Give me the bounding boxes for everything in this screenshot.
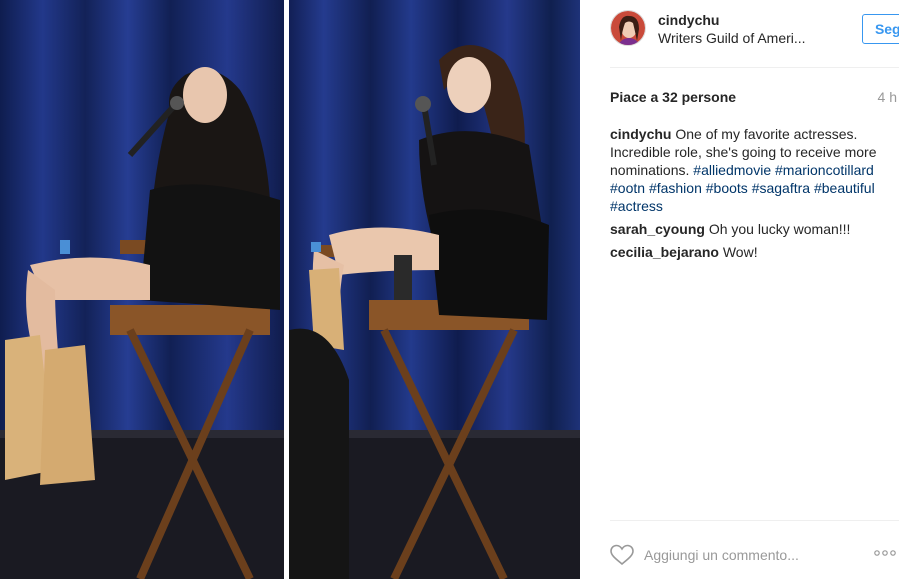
comment-username[interactable]: sarah_cyoung	[610, 221, 705, 237]
comment-username[interactable]: cecilia_bejarano	[610, 244, 719, 260]
hashtag[interactable]: #boots	[706, 180, 748, 196]
avatar[interactable]	[610, 10, 646, 46]
add-comment-bar	[610, 540, 899, 570]
hashtag[interactable]: #beautiful	[814, 180, 875, 196]
post-photo[interactable]	[0, 0, 580, 579]
comments-list: cindychu One of my favorite actresses. I…	[610, 125, 899, 266]
comment-text: Wow!	[722, 244, 758, 260]
hashtag[interactable]: #marioncotillard	[775, 162, 874, 178]
caption: cindychu One of my favorite actresses. I…	[610, 125, 899, 215]
divider	[610, 520, 899, 521]
hashtag[interactable]: #ootn	[610, 180, 645, 196]
more-options-icon[interactable]	[873, 546, 897, 560]
likes-count[interactable]: Piace a 32 persone	[610, 89, 736, 105]
comment-item: sarah_cyoung Oh you lucky woman!!!	[610, 220, 899, 238]
hashtag[interactable]: #sagaftra	[752, 180, 810, 196]
hashtag[interactable]: #actress	[610, 198, 663, 214]
comment-text: Oh you lucky woman!!!	[708, 221, 851, 237]
divider	[610, 67, 899, 68]
heart-outline-icon[interactable]	[610, 544, 634, 566]
post-header: cindychu Writers Guild of Ameri... Segui	[610, 8, 899, 56]
username[interactable]: cindychu	[658, 12, 719, 28]
hashtag[interactable]: #alliedmovie	[693, 162, 771, 178]
comment-input[interactable]	[644, 544, 864, 566]
follow-button[interactable]: Segui	[862, 14, 899, 44]
post-time[interactable]: 4 h	[878, 89, 897, 105]
photo-right	[289, 0, 580, 579]
comment-item: cecilia_bejarano Wow!	[610, 243, 899, 261]
photo-left	[0, 0, 284, 579]
caption-username[interactable]: cindychu	[610, 126, 671, 142]
location-link[interactable]: Writers Guild of Ameri...	[658, 30, 806, 46]
hashtag[interactable]: #fashion	[649, 180, 702, 196]
post-sidebar: cindychu Writers Guild of Ameri... Segui…	[580, 0, 899, 579]
